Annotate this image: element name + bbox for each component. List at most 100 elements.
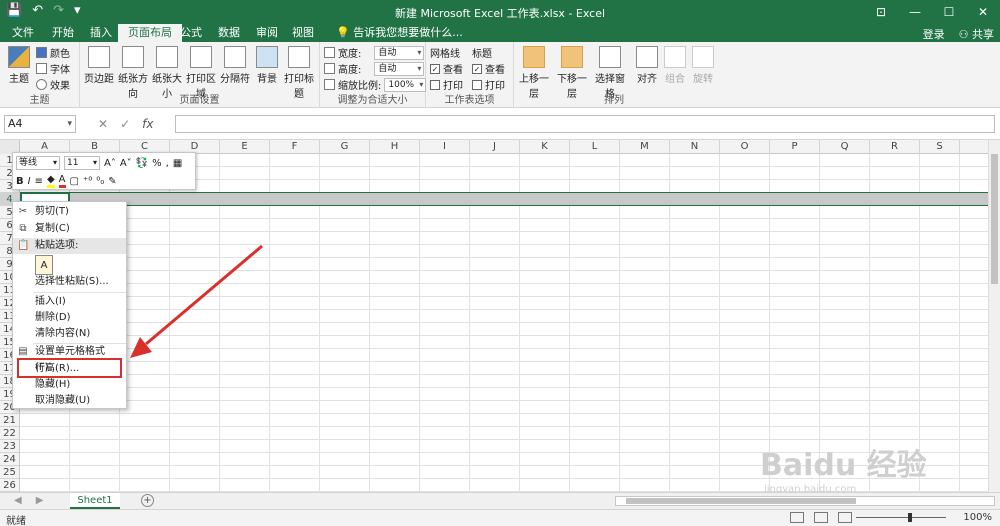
normal-view-icon[interactable] — [790, 512, 804, 523]
width-dropdown[interactable]: 自动 — [374, 45, 425, 60]
decrease-decimal-icon[interactable]: ⁰₀ — [96, 176, 104, 187]
tell-me-search[interactable]: 💡 告诉我您想要做什么... — [326, 24, 473, 42]
column-header[interactable]: I — [420, 140, 470, 154]
sheet-tab-sheet1[interactable]: Sheet1 — [70, 493, 120, 509]
menu-item-delete[interactable]: 删除(D) — [13, 310, 126, 326]
scale-icon — [324, 79, 335, 90]
page-setup-group: 页边距 纸张方向 纸张大小 打印区域 分隔符 背景 打印标题 页面设置 — [80, 42, 320, 108]
column-header[interactable]: O — [720, 140, 770, 154]
paste-values-icon[interactable]: A — [35, 255, 53, 275]
rotate-button[interactable]: 旋转 — [686, 46, 720, 85]
percent-style-icon[interactable]: % — [152, 158, 162, 169]
menu-item-clear-contents[interactable]: 清除内容(N) — [13, 326, 126, 342]
row-header[interactable]: 26 — [0, 479, 20, 492]
font-size-dropdown[interactable]: 11 — [64, 156, 100, 170]
ribbon-display-options-icon[interactable]: ⊡ — [864, 0, 898, 24]
vertical-scrollbar[interactable] — [988, 140, 1000, 492]
themes-button[interactable]: 主题 — [2, 46, 36, 85]
column-header[interactable]: N — [670, 140, 720, 154]
new-sheet-button[interactable]: + — [141, 494, 154, 507]
formula-input[interactable] — [175, 115, 995, 133]
increase-decimal-icon[interactable]: ⁺⁰ — [83, 176, 92, 187]
menu-item-copy[interactable]: ⧉ 复制(C) — [13, 221, 126, 237]
column-header[interactable]: H — [370, 140, 420, 154]
headings-print-checkbox[interactable]: 打印 — [472, 77, 505, 92]
clear-format-icon[interactable]: ✎ — [108, 176, 116, 187]
window-controls: ⊡ — ☐ ✕ — [864, 0, 1000, 24]
cancel-icon[interactable]: ✕ — [98, 117, 108, 131]
gridlines-print-checkbox[interactable]: 打印 — [430, 77, 463, 92]
currency-format-icon[interactable]: 💱 — [136, 158, 148, 169]
row-header[interactable]: 25 — [0, 466, 20, 479]
row-header[interactable]: 24 — [0, 453, 20, 466]
tab-file[interactable]: 文件 — [2, 24, 44, 42]
margins-icon — [88, 46, 110, 68]
fonts-button[interactable]: 字体 — [36, 61, 70, 76]
close-icon[interactable]: ✕ — [966, 0, 1000, 24]
zoom-knob[interactable] — [908, 513, 912, 522]
gridlines-view-checkbox[interactable]: ✓ 查看 — [430, 61, 463, 76]
next-sheet-icon[interactable]: ▶ — [36, 495, 44, 506]
bold-icon[interactable]: B — [16, 176, 24, 187]
menu-item-insert[interactable]: 插入(I) — [13, 294, 126, 310]
font-name-dropdown[interactable]: 等线 — [16, 156, 60, 170]
column-header[interactable]: J — [470, 140, 520, 154]
menu-item-unhide[interactable]: 取消隐藏(U) — [13, 393, 126, 409]
page-layout-view-icon[interactable] — [814, 512, 828, 523]
menu-item-hide[interactable]: 隐藏(H) — [13, 377, 126, 393]
row-header[interactable]: 22 — [0, 427, 20, 440]
prev-sheet-icon[interactable]: ◀ — [14, 495, 22, 506]
row-header[interactable]: 21 — [0, 414, 20, 427]
zoom-slider[interactable] — [856, 513, 946, 522]
background-button[interactable]: 背景 — [250, 46, 284, 85]
sign-in-link[interactable]: 登录 — [923, 26, 945, 42]
column-header[interactable]: F — [270, 140, 320, 154]
page-break-view-icon[interactable] — [838, 512, 852, 523]
margins-button[interactable]: 页边距 — [82, 46, 116, 85]
column-header[interactable]: P — [770, 140, 820, 154]
scale-spinner[interactable]: 100% — [384, 77, 427, 92]
column-header[interactable]: E — [220, 140, 270, 154]
height-dropdown[interactable]: 自动 — [374, 61, 425, 76]
share-button[interactable]: ⚇ 共享 — [959, 26, 994, 42]
title-bar: 💾 ↶ ↷ ▾ 新建 Microsoft Excel 工作表.xlsx - Ex… — [0, 0, 1000, 24]
insert-function-icon[interactable]: fx — [142, 117, 153, 131]
column-header[interactable]: M — [620, 140, 670, 154]
column-header[interactable]: L — [570, 140, 620, 154]
tab-formulas[interactable]: 公式 — [170, 24, 212, 42]
decrease-font-size-icon[interactable]: A˅ — [120, 158, 132, 169]
scroll-thumb[interactable] — [626, 498, 856, 504]
font-color-icon[interactable]: A — [58, 174, 66, 188]
minimize-icon[interactable]: — — [898, 0, 932, 24]
horizontal-scrollbar[interactable] — [615, 496, 995, 506]
tab-home[interactable]: 开始 — [42, 24, 84, 42]
tab-data[interactable]: 数据 — [208, 24, 250, 42]
colors-button[interactable]: 颜色 — [36, 45, 70, 60]
column-header[interactable]: R — [870, 140, 920, 154]
zoom-level[interactable]: 100% — [963, 512, 992, 523]
fill-color-icon[interactable]: ◆ — [46, 174, 55, 188]
format-painter-icon[interactable]: ▦ — [173, 158, 182, 169]
tab-insert[interactable]: 插入 — [80, 24, 122, 42]
menu-item-cut[interactable]: ✂ 剪切(T) — [13, 204, 126, 220]
tab-view[interactable]: 视图 — [282, 24, 324, 42]
align-icon — [636, 46, 658, 68]
borders-icon[interactable]: ▢ — [70, 176, 79, 187]
breaks-button[interactable]: 分隔符 — [218, 46, 252, 85]
column-header[interactable]: K — [520, 140, 570, 154]
enter-icon[interactable]: ✓ — [120, 117, 130, 131]
increase-font-size-icon[interactable]: A˄ — [104, 158, 116, 169]
menu-item-paste-special[interactable]: 选择性粘贴(S)... — [13, 274, 126, 290]
column-header[interactable]: S — [920, 140, 960, 154]
row-header[interactable]: 23 — [0, 440, 20, 453]
name-box[interactable]: A4 — [4, 115, 76, 133]
italic-icon[interactable]: I — [28, 176, 31, 187]
scroll-thumb[interactable] — [991, 154, 998, 284]
align-center-icon[interactable]: ≡ — [35, 176, 43, 187]
comma-style-icon[interactable]: ‚ — [166, 158, 169, 169]
column-header[interactable]: G — [320, 140, 370, 154]
maximize-icon[interactable]: ☐ — [932, 0, 966, 24]
column-header[interactable]: Q — [820, 140, 870, 154]
effects-button[interactable]: 效果 — [36, 77, 70, 92]
headings-view-checkbox[interactable]: ✓ 查看 — [472, 61, 505, 76]
